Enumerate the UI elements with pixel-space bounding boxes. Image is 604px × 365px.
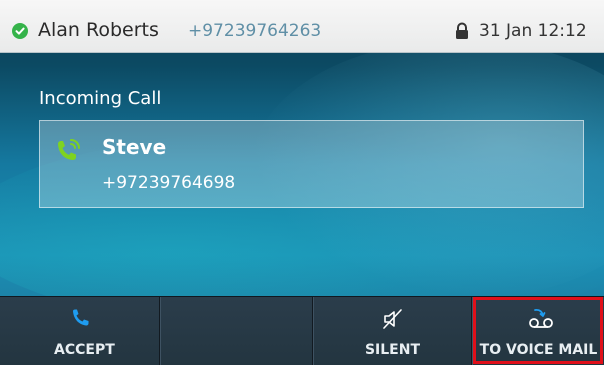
phone-icon <box>68 307 92 331</box>
caller-number: +97239764698 <box>102 173 236 193</box>
accept-button[interactable]: ACCEPT <box>0 297 160 365</box>
speaker-mute-icon <box>381 307 405 331</box>
date-time: 31 Jan 12:12 <box>479 21 587 41</box>
phone-screen: Alan Roberts +97239764263 31 Jan 12:12 I… <box>0 0 604 365</box>
to-voice-mail-button[interactable]: TO VOICE MAIL <box>472 297 604 365</box>
check-circle-icon <box>12 23 28 39</box>
incoming-call-icon <box>52 136 84 168</box>
to-voice-mail-label: TO VOICE MAIL <box>479 342 598 358</box>
caller-name: Steve <box>102 135 167 159</box>
empty-softkey[interactable] <box>160 297 313 365</box>
silent-button[interactable]: SILENT <box>313 297 472 365</box>
caller-card[interactable]: Steve +97239764698 <box>39 120 584 208</box>
softkey-bar: ACCEPT SILENT TO VOICE MAIL <box>0 296 604 365</box>
incoming-call-title: Incoming Call <box>39 88 162 109</box>
voicemail-icon <box>527 307 553 331</box>
status-bar: Alan Roberts +97239764263 31 Jan 12:12 <box>0 0 604 53</box>
silent-label: SILENT <box>364 342 421 358</box>
accept-label: ACCEPT <box>54 342 115 358</box>
lock-icon <box>453 22 471 40</box>
user-number: +97239764263 <box>188 21 322 41</box>
user-name: Alan Roberts <box>38 19 159 41</box>
